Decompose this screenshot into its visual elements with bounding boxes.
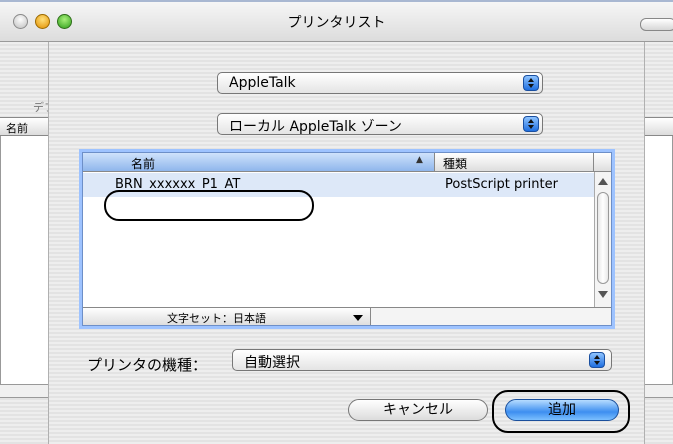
window-title: プリンタリスト [287,15,386,31]
printer-model-label: プリンタの機種： [87,356,208,374]
highlight-ring-printer [104,190,314,221]
popup-arrows-icon [523,75,539,91]
chevron-down-icon [353,315,363,321]
popup-arrows-icon [523,116,539,132]
horizontal-scrollbar[interactable] [371,307,611,325]
title-bar[interactable]: プリンタリスト [0,0,673,42]
scroll-up-arrow-icon[interactable] [598,178,608,185]
sort-ascending-icon: ▲ [416,155,423,165]
background-column-header: 名前 [0,117,48,136]
zone-popup-value: ローカル AppleTalk ゾーン [229,119,402,135]
background-list-right [645,136,673,384]
add-printer-sheet: AppleTalk ローカル AppleTalk ゾーン 名前 ▲ 種類 BRN… [48,42,645,444]
column-divider [593,153,594,171]
vertical-scrollbar[interactable] [594,172,611,307]
printer-kind: PostScript printer [445,177,558,192]
printer-model-value: 自動選択 [244,355,300,371]
charset-popup[interactable]: 文字セット：日本語 [83,307,371,325]
protocol-popup[interactable]: AppleTalk [217,72,543,94]
column-header-name-label: 名前 [131,157,156,171]
background-scrollbar-right [645,384,673,398]
printer-list[interactable]: 名前 ▲ 種類 BRN_xxxxxx_P1_AT PostScript prin… [82,152,612,326]
scroll-thumb[interactable] [597,192,609,284]
cancel-button[interactable]: キャンセル [348,399,488,421]
background-scrollbar-left [0,384,48,398]
popup-arrows-icon [589,352,605,368]
protocol-popup-value: AppleTalk [229,75,296,91]
highlight-ring-add [492,390,630,433]
toolbar-toggle-button[interactable] [640,18,673,31]
background-column-header-right [645,117,673,136]
column-header-kind[interactable]: 種類 [443,155,467,172]
background-list-left [0,136,48,384]
list-header: 名前 ▲ 種類 [83,153,611,172]
column-header-name[interactable]: 名前 ▲ [83,153,435,171]
printer-model-popup[interactable]: 自動選択 [232,349,612,371]
charset-label: 文字セット：日本語 [167,312,266,325]
scroll-down-arrow-icon[interactable] [598,291,608,298]
zone-popup[interactable]: ローカル AppleTalk ゾーン [217,113,543,135]
